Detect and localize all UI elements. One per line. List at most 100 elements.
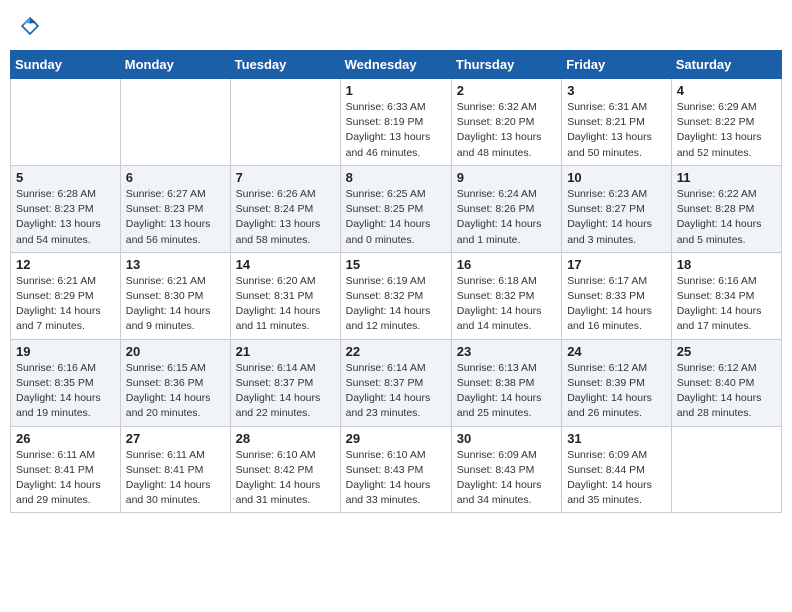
calendar-week-row: 5 Sunrise: 6:28 AM Sunset: 8:23 PM Daylig…	[11, 165, 782, 252]
day-number: 8	[346, 170, 446, 185]
calendar-cell: 10Sunrise: 6:23 AM Sunset: 8:27 PM Dayli…	[562, 165, 672, 252]
day-number: 5	[16, 170, 115, 185]
calendar-cell: 24Sunrise: 6:12 AM Sunset: 8:39 PM Dayli…	[562, 339, 672, 426]
calendar-cell: 1Sunrise: 6:33 AM Sunset: 8:19 PM Daylig…	[340, 79, 451, 166]
calendar-cell: 2 Sunrise: 6:32 AM Sunset: 8:20 PM Daylig…	[451, 79, 561, 166]
day-info: Sunrise: 6:19 AM Sunset: 8:32 PM Dayligh…	[346, 274, 446, 335]
calendar-cell: 20 Sunrise: 6:15 AM Sunset: 8:36 PM Dayli…	[120, 339, 230, 426]
day-number: 27	[126, 431, 225, 446]
column-header-thursday: Thursday	[451, 51, 561, 79]
day-info: Sunrise: 6:26 AM Sunset: 8:24 PM Dayligh…	[236, 187, 335, 248]
day-number: 18	[677, 257, 776, 272]
day-info: Sunrise: 6:16 AM Sunset: 8:34 PM Dayligh…	[677, 274, 776, 335]
calendar-cell: 19 Sunrise: 6:16 AM Sunset: 8:35 PM Dayli…	[11, 339, 121, 426]
calendar-cell: 3 Sunrise: 6:31 AM Sunset: 8:21 PM Daylig…	[562, 79, 672, 166]
column-header-monday: Monday	[120, 51, 230, 79]
day-info: Sunrise: 6:29 AM Sunset: 8:22 PM Dayligh…	[677, 100, 776, 161]
day-info: Sunrise: 6:14 AM Sunset: 8:37 PM Dayligh…	[236, 361, 335, 422]
calendar-cell: 8 Sunrise: 6:25 AM Sunset: 8:25 PM Daylig…	[340, 165, 451, 252]
day-info: Sunrise: 6:11 AM Sunset: 8:41 PM Dayligh…	[126, 448, 225, 509]
day-number: 30	[457, 431, 556, 446]
calendar-cell: 7 Sunrise: 6:26 AM Sunset: 8:24 PM Daylig…	[230, 165, 340, 252]
day-number: 2	[457, 83, 556, 98]
column-header-tuesday: Tuesday	[230, 51, 340, 79]
day-number: 3	[567, 83, 666, 98]
calendar-cell	[11, 79, 121, 166]
day-info: Sunrise: 6:27 AM Sunset: 8:23 PM Dayligh…	[126, 187, 225, 248]
day-info: Sunrise: 6:20 AM Sunset: 8:31 PM Dayligh…	[236, 274, 335, 335]
day-info: Sunrise: 6:09 AM Sunset: 8:44 PM Dayligh…	[567, 448, 666, 509]
day-info: Sunrise: 6:25 AM Sunset: 8:25 PM Dayligh…	[346, 187, 446, 248]
logo-icon	[18, 14, 42, 38]
day-info: Sunrise: 6:28 AM Sunset: 8:23 PM Dayligh…	[16, 187, 115, 248]
day-info: Sunrise: 6:16 AM Sunset: 8:35 PM Dayligh…	[16, 361, 115, 422]
calendar-cell: 12 Sunrise: 6:21 AM Sunset: 8:29 PM Dayli…	[11, 252, 121, 339]
calendar-cell: 16 Sunrise: 6:18 AM Sunset: 8:32 PM Dayli…	[451, 252, 561, 339]
calendar-cell: 23 Sunrise: 6:13 AM Sunset: 8:38 PM Dayli…	[451, 339, 561, 426]
calendar-header-row: SundayMondayTuesdayWednesdayThursdayFrid…	[11, 51, 782, 79]
day-info: Sunrise: 6:31 AM Sunset: 8:21 PM Dayligh…	[567, 100, 666, 161]
day-info: Sunrise: 6:09 AM Sunset: 8:43 PM Dayligh…	[457, 448, 556, 509]
column-header-sunday: Sunday	[11, 51, 121, 79]
calendar-cell: 11 Sunrise: 6:22 AM Sunset: 8:28 PM Dayli…	[671, 165, 781, 252]
day-info: Sunrise: 6:17 AM Sunset: 8:33 PM Dayligh…	[567, 274, 666, 335]
day-number: 19	[16, 344, 115, 359]
calendar-cell: 22 Sunrise: 6:14 AM Sunset: 8:37 PM Dayli…	[340, 339, 451, 426]
day-number: 31	[567, 431, 666, 446]
calendar-cell: 6 Sunrise: 6:27 AM Sunset: 8:23 PM Daylig…	[120, 165, 230, 252]
column-header-friday: Friday	[562, 51, 672, 79]
calendar-week-row: 26Sunrise: 6:11 AM Sunset: 8:41 PM Dayli…	[11, 426, 782, 513]
calendar-cell: 18 Sunrise: 6:16 AM Sunset: 8:34 PM Dayli…	[671, 252, 781, 339]
day-number: 21	[236, 344, 335, 359]
day-info: Sunrise: 6:12 AM Sunset: 8:40 PM Dayligh…	[677, 361, 776, 422]
day-info: Sunrise: 6:15 AM Sunset: 8:36 PM Dayligh…	[126, 361, 225, 422]
day-number: 16	[457, 257, 556, 272]
day-number: 11	[677, 170, 776, 185]
day-info: Sunrise: 6:11 AM Sunset: 8:41 PM Dayligh…	[16, 448, 115, 509]
day-number: 6	[126, 170, 225, 185]
day-info: Sunrise: 6:32 AM Sunset: 8:20 PM Dayligh…	[457, 100, 556, 161]
calendar-cell: 4Sunrise: 6:29 AM Sunset: 8:22 PM Daylig…	[671, 79, 781, 166]
calendar-cell	[230, 79, 340, 166]
day-number: 7	[236, 170, 335, 185]
calendar-cell: 5 Sunrise: 6:28 AM Sunset: 8:23 PM Daylig…	[11, 165, 121, 252]
day-number: 20	[126, 344, 225, 359]
calendar-cell: 17Sunrise: 6:17 AM Sunset: 8:33 PM Dayli…	[562, 252, 672, 339]
day-info: Sunrise: 6:21 AM Sunset: 8:30 PM Dayligh…	[126, 274, 225, 335]
day-info: Sunrise: 6:21 AM Sunset: 8:29 PM Dayligh…	[16, 274, 115, 335]
calendar-cell: 26Sunrise: 6:11 AM Sunset: 8:41 PM Dayli…	[11, 426, 121, 513]
calendar-cell: 13 Sunrise: 6:21 AM Sunset: 8:30 PM Dayli…	[120, 252, 230, 339]
calendar-cell	[671, 426, 781, 513]
day-number: 15	[346, 257, 446, 272]
column-header-saturday: Saturday	[671, 51, 781, 79]
day-number: 23	[457, 344, 556, 359]
calendar-cell: 29 Sunrise: 6:10 AM Sunset: 8:43 PM Dayli…	[340, 426, 451, 513]
day-number: 29	[346, 431, 446, 446]
day-info: Sunrise: 6:33 AM Sunset: 8:19 PM Dayligh…	[346, 100, 446, 161]
day-info: Sunrise: 6:10 AM Sunset: 8:43 PM Dayligh…	[346, 448, 446, 509]
calendar-week-row: 12 Sunrise: 6:21 AM Sunset: 8:29 PM Dayli…	[11, 252, 782, 339]
day-number: 12	[16, 257, 115, 272]
logo	[18, 14, 46, 38]
calendar-cell: 30 Sunrise: 6:09 AM Sunset: 8:43 PM Dayli…	[451, 426, 561, 513]
day-number: 22	[346, 344, 446, 359]
calendar-cell: 9Sunrise: 6:24 AM Sunset: 8:26 PM Daylig…	[451, 165, 561, 252]
day-info: Sunrise: 6:14 AM Sunset: 8:37 PM Dayligh…	[346, 361, 446, 422]
calendar-cell: 28 Sunrise: 6:10 AM Sunset: 8:42 PM Dayli…	[230, 426, 340, 513]
calendar-cell	[120, 79, 230, 166]
day-number: 9	[457, 170, 556, 185]
day-number: 28	[236, 431, 335, 446]
day-info: Sunrise: 6:10 AM Sunset: 8:42 PM Dayligh…	[236, 448, 335, 509]
day-info: Sunrise: 6:22 AM Sunset: 8:28 PM Dayligh…	[677, 187, 776, 248]
day-info: Sunrise: 6:13 AM Sunset: 8:38 PM Dayligh…	[457, 361, 556, 422]
day-number: 25	[677, 344, 776, 359]
day-number: 13	[126, 257, 225, 272]
calendar-week-row: 1Sunrise: 6:33 AM Sunset: 8:19 PM Daylig…	[11, 79, 782, 166]
day-info: Sunrise: 6:12 AM Sunset: 8:39 PM Dayligh…	[567, 361, 666, 422]
day-info: Sunrise: 6:18 AM Sunset: 8:32 PM Dayligh…	[457, 274, 556, 335]
column-header-wednesday: Wednesday	[340, 51, 451, 79]
calendar-cell: 14 Sunrise: 6:20 AM Sunset: 8:31 PM Dayli…	[230, 252, 340, 339]
calendar-cell: 15 Sunrise: 6:19 AM Sunset: 8:32 PM Dayli…	[340, 252, 451, 339]
day-number: 14	[236, 257, 335, 272]
calendar-table: SundayMondayTuesdayWednesdayThursdayFrid…	[10, 50, 782, 513]
